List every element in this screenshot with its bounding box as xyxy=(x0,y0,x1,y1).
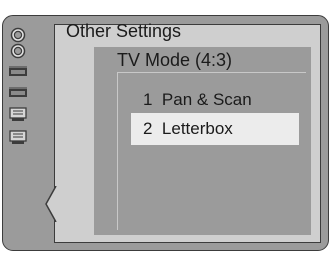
selection-pointer-icon xyxy=(45,186,57,222)
option-letterbox[interactable]: 2 Letterbox xyxy=(131,113,299,145)
tape-icon[interactable] xyxy=(8,84,28,100)
tv-icon[interactable] xyxy=(8,129,28,145)
option-number: 2 xyxy=(143,119,153,138)
option-label: Pan & Scan xyxy=(161,90,252,109)
option-number: 1 xyxy=(143,90,153,109)
disc-icon[interactable] xyxy=(8,27,28,43)
submenu-title: TV Mode (4:3) xyxy=(117,50,233,70)
tv-icon[interactable] xyxy=(8,106,28,122)
tape-icon[interactable] xyxy=(8,63,28,79)
option-label: Letterbox xyxy=(161,119,233,138)
option-pan-scan[interactable]: 1 Pan & Scan xyxy=(131,84,299,116)
disc-icon[interactable] xyxy=(8,43,28,59)
menu-title: Other Settings xyxy=(66,21,182,41)
